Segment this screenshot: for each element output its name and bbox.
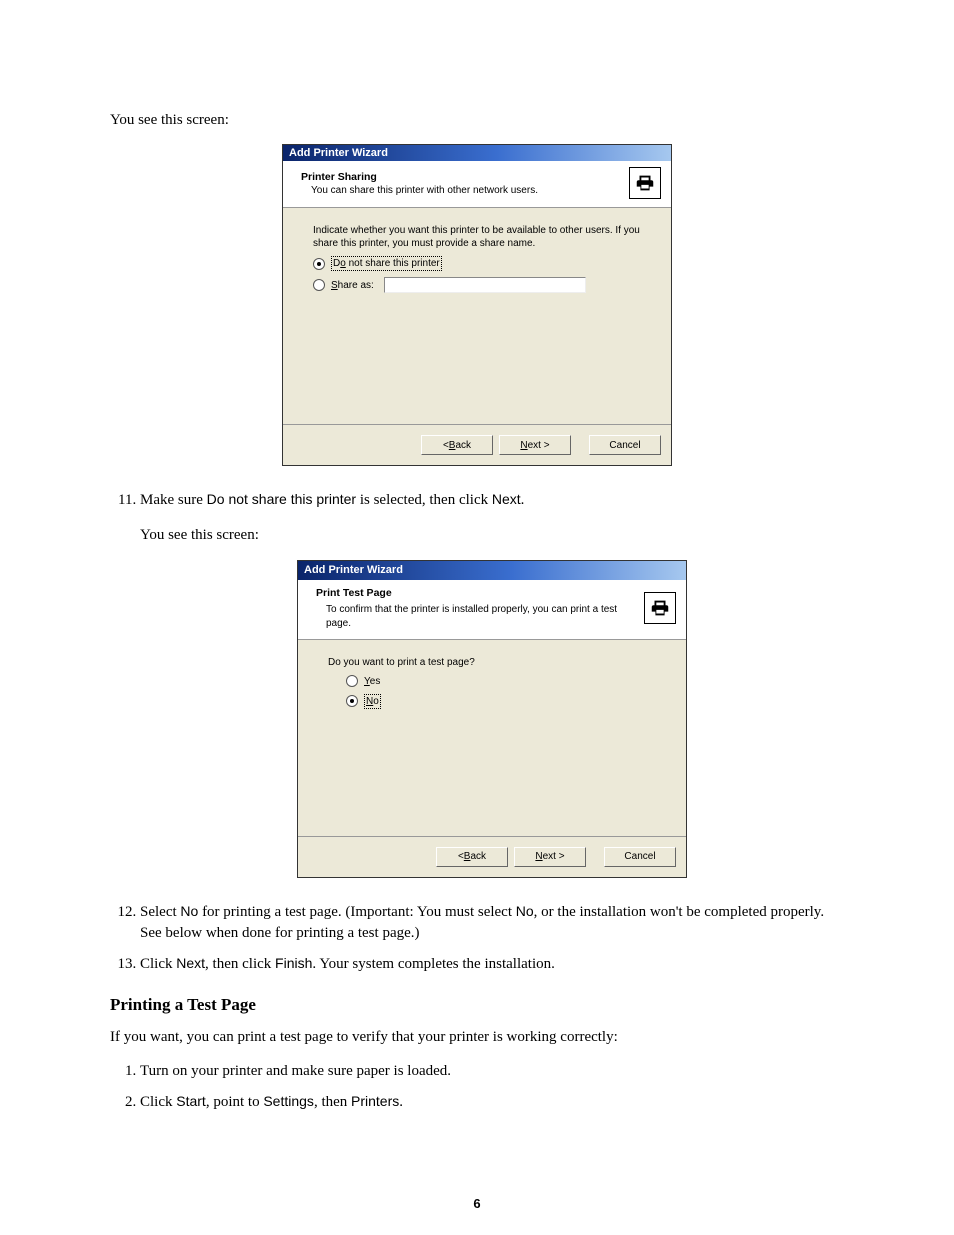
next-button[interactable]: Next >: [514, 847, 586, 867]
test-step-1: Turn on your printer and make sure paper…: [140, 1061, 844, 1082]
radio-icon: [313, 279, 325, 291]
test-step-2: Click Start, point to Settings, then Pri…: [140, 1092, 844, 1113]
radio-icon: [313, 258, 325, 270]
wizard-body: Indicate whether you want this printer t…: [283, 208, 671, 424]
radio-yes[interactable]: Yes: [346, 675, 656, 688]
step-11: Make sure Do not share this printer is s…: [140, 490, 844, 877]
radio-share-as[interactable]: Share as:: [313, 277, 641, 293]
wizard-header: Print Test Page To confirm that the prin…: [298, 580, 686, 640]
wizard-instruction: Indicate whether you want this printer t…: [313, 224, 641, 250]
intro-text-1: You see this screen:: [110, 110, 844, 130]
radio-label: Share as:: [331, 279, 374, 292]
test-page-intro: If you want, you can print a test page t…: [110, 1027, 844, 1047]
next-button[interactable]: Next >: [499, 435, 571, 455]
wizard-title: Add Printer Wizard: [298, 561, 686, 580]
wizard-title: Add Printer Wizard: [283, 145, 671, 161]
radio-label: No: [364, 694, 381, 709]
wizard-footer: < Back Next > Cancel: [283, 424, 671, 465]
wizard-footer: < Back Next > Cancel: [298, 836, 686, 877]
wizard-header-title: Print Test Page: [316, 586, 644, 601]
step-13: Click Next, then click Finish. Your syst…: [140, 954, 844, 975]
radio-icon: [346, 675, 358, 687]
back-button[interactable]: < Back: [436, 847, 508, 867]
wizard-instruction: Do you want to print a test page?: [328, 656, 656, 669]
wizard-header: Printer Sharing You can share this print…: [283, 161, 671, 208]
wizard-header-title: Printer Sharing: [301, 171, 629, 183]
wizard-screenshot-2: Add Printer Wizard Print Test Page To co…: [297, 560, 687, 878]
printer-icon: [629, 167, 661, 199]
wizard-screenshot-1: Add Printer Wizard Printer Sharing You c…: [282, 144, 672, 466]
section-title: Printing a Test Page: [110, 995, 844, 1015]
step-12: Select No for printing a test page. (Imp…: [140, 902, 844, 944]
test-step-list: Turn on your printer and make sure paper…: [110, 1061, 844, 1113]
cancel-button[interactable]: Cancel: [604, 847, 676, 867]
intro-text-2: You see this screen:: [140, 525, 844, 545]
wizard-header-subtitle: To confirm that the printer is installed…: [326, 603, 644, 631]
wizard-header-subtitle: You can share this printer with other ne…: [311, 185, 629, 196]
radio-icon: [346, 695, 358, 707]
radio-no[interactable]: No: [346, 694, 656, 709]
cancel-button[interactable]: Cancel: [589, 435, 661, 455]
radio-label: Yes: [364, 675, 380, 688]
back-button[interactable]: < Back: [421, 435, 493, 455]
radio-do-not-share[interactable]: Do not share this printer: [313, 256, 641, 271]
printer-icon: [644, 592, 676, 624]
wizard-body: Do you want to print a test page? Yes No: [298, 640, 686, 836]
step-list-1: Make sure Do not share this printer is s…: [110, 490, 844, 974]
page-number: 6: [0, 1196, 954, 1211]
share-name-input[interactable]: [384, 277, 586, 293]
radio-label: Do not share this printer: [331, 256, 442, 271]
